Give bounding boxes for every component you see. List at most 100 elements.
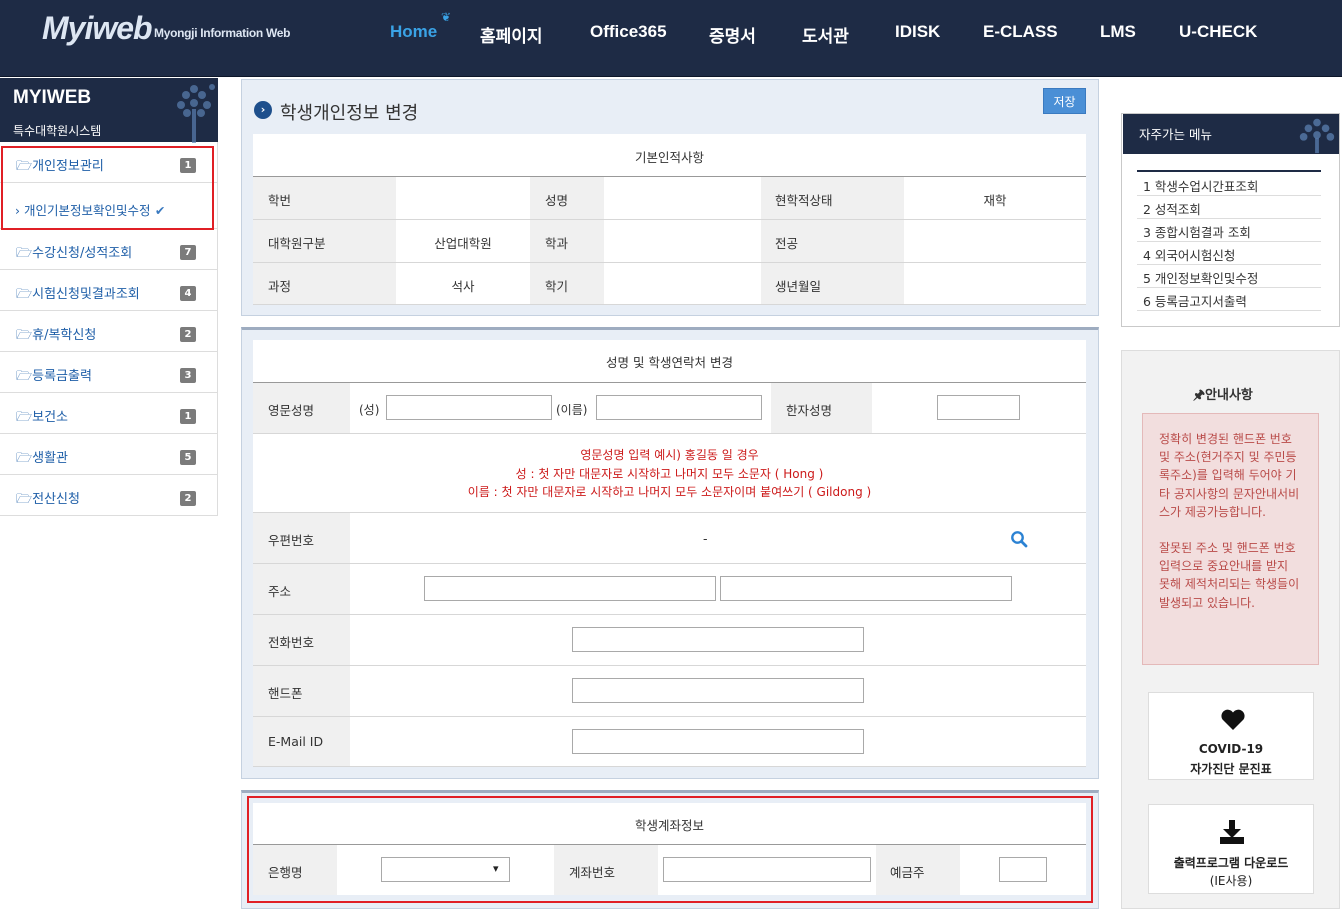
first-name-input[interactable] [596, 395, 762, 420]
birth-label: 생년월일 [775, 279, 822, 294]
heart-icon [1221, 709, 1245, 730]
count-badge: 7 [180, 245, 196, 260]
nav-home[interactable]: Home [390, 22, 437, 42]
basic-info-heading: 기본인적사항 [634, 150, 704, 165]
example-line-2: 성 : 첫 자만 대문자로 시작하고 나머지 모두 소문자 ( Hong ) [515, 467, 824, 481]
favorite-item[interactable]: 2 성적조회 [1137, 196, 1321, 219]
logo-subtitle: Myongji Information Web [154, 26, 291, 40]
count-badge: 1 [180, 409, 196, 424]
sidebar-item-label: 생활관 [32, 451, 69, 466]
favorite-item[interactable]: 1 학생수업시간표조회 [1137, 173, 1321, 196]
example-line-3: 이름 : 첫 자만 대문자로 시작하고 나머지 모두 소문자이며 붙여쓰기 ( … [467, 485, 872, 499]
nav-idisk[interactable]: IDISK [895, 22, 940, 42]
hanja-name-label: 한자성명 [786, 403, 833, 418]
course-value: 석사 [451, 279, 475, 294]
notice-paragraph-1: 정확히 변경된 핸드폰 번호 및 주소(현거주지 및 주민등록주소)를 입력해 … [1159, 432, 1300, 519]
favorites-title: 자주가는 메뉴 [1139, 127, 1212, 142]
contact-heading: 성명 및 학생연락처 변경 [606, 355, 733, 370]
folder-icon: 🗁 [16, 410, 33, 425]
phone-input[interactable] [572, 627, 864, 652]
sidebar-subtitle: 특수대학원시스템 [13, 124, 102, 138]
favorite-item[interactable]: 5 개인정보확인및수정 [1137, 265, 1321, 288]
search-icon[interactable] [1010, 530, 1028, 548]
sidebar-item-label: 보건소 [32, 410, 69, 425]
zip-label: 우편번호 [268, 533, 315, 548]
zip-value: - [703, 531, 708, 546]
grad-type-value: 산업대학원 [434, 236, 492, 251]
leaf-icon: ❦ [441, 10, 452, 24]
sidebar-item-it[interactable]: 🗁전산신청 2 [0, 475, 217, 516]
sidebar-item-label: 전산신청 [32, 492, 80, 507]
highlight-box [1, 146, 214, 230]
student-no-label: 학번 [268, 193, 292, 208]
email-input[interactable] [572, 729, 864, 754]
sidebar-item-label: 수강신청/성적조회 [32, 246, 133, 261]
last-name-input[interactable] [386, 395, 552, 420]
page-title: 학생개인정보 변경 [280, 103, 419, 124]
sidebar-item-label: 등록금출력 [32, 369, 92, 384]
address-input-2[interactable] [720, 576, 1012, 601]
nav-certificate[interactable]: 증명서 [709, 22, 756, 47]
pin-icon: 🖈 [1193, 388, 1206, 403]
hanja-name-input[interactable] [937, 395, 1020, 420]
covid-line-2: 자가진단 문진표 [1190, 762, 1272, 776]
favorite-item[interactable]: 4 외국어시험신청 [1137, 242, 1321, 265]
first-name-label: (이름) [556, 403, 588, 417]
address-label: 주소 [268, 584, 292, 599]
covid-line-1: COVID-19 [1198, 742, 1264, 756]
notice-box: 정확히 변경된 핸드폰 번호 및 주소(현거주지 및 주민등록주소)를 입력해 … [1142, 413, 1319, 665]
nav-office365[interactable]: Office365 [590, 22, 667, 42]
nav-library[interactable]: 도서관 [802, 22, 849, 47]
mobile-label: 핸드폰 [268, 686, 303, 701]
grad-type-label: 대학원구분 [268, 236, 326, 251]
status-label: 현학적상태 [775, 193, 833, 208]
sidebar-item-exam[interactable]: 🗁시험신청및결과조회 4 [0, 270, 217, 311]
print-line-1: 출력프로그램 다운로드 [1173, 856, 1289, 870]
dept-label: 학과 [545, 236, 569, 251]
major-label: 전공 [775, 236, 799, 251]
sidebar-item-label: 휴/복학신청 [32, 328, 97, 343]
highlight-box [247, 796, 1093, 903]
sidebar-item-label: 시험신청및결과조회 [32, 287, 140, 302]
status-value: 재학 [983, 193, 1007, 208]
folder-icon: 🗁 [16, 287, 33, 302]
sidebar-item-dorm[interactable]: 🗁생활관 5 [0, 434, 217, 475]
nav-eclass[interactable]: E-CLASS [983, 22, 1058, 42]
notice-title: 🖈안내사항 [1193, 384, 1253, 408]
count-badge: 2 [180, 327, 196, 342]
count-badge: 4 [180, 286, 196, 301]
favorite-item[interactable]: 3 종합시험결과 조회 [1137, 219, 1321, 242]
notice-title-text: 안내사항 [1205, 388, 1253, 403]
save-button[interactable]: 저장 [1043, 88, 1086, 114]
eng-name-label: 영문성명 [268, 403, 315, 418]
count-badge: 5 [180, 450, 196, 465]
sidebar-item-tuition[interactable]: 🗁등록금출력 3 [0, 352, 217, 393]
favorite-item[interactable]: 6 등록금고지서출력 [1137, 288, 1321, 311]
phone-label: 전화번호 [268, 635, 315, 650]
semester-label: 학기 [545, 279, 569, 294]
tree-icon [177, 84, 215, 143]
count-badge: 3 [180, 368, 196, 383]
notice-paragraph-2: 잘못된 주소 및 핸드폰 번호입력으로 중요안내를 받지 못해 제적처리되는 학… [1159, 541, 1300, 610]
sidebar-item-course[interactable]: 🗁수강신청/성적조회 7 [0, 229, 217, 270]
address-input-1[interactable] [424, 576, 716, 601]
chevron-right-icon: › [254, 101, 272, 119]
email-label: E-Mail ID [268, 734, 324, 749]
example-line-1: 영문성명 입력 예시) 홍길동 일 경우 [580, 448, 759, 462]
download-icon [1220, 820, 1244, 844]
last-name-label: (성) [359, 403, 380, 417]
nav-ucheck[interactable]: U-CHECK [1179, 22, 1257, 42]
logo[interactable]: Myiweb [42, 10, 153, 47]
name-label: 성명 [545, 193, 569, 208]
folder-icon: 🗁 [16, 246, 33, 261]
folder-icon: 🗁 [16, 328, 33, 343]
sidebar-title: MYIWEB [13, 87, 92, 108]
nav-homepage[interactable]: 홈페이지 [480, 22, 543, 47]
folder-icon: 🗁 [16, 451, 33, 466]
tree-icon [1299, 118, 1335, 154]
folder-icon: 🗁 [16, 492, 33, 507]
nav-lms[interactable]: LMS [1100, 22, 1136, 42]
sidebar-item-leave[interactable]: 🗁휴/복학신청 2 [0, 311, 217, 352]
mobile-input[interactable] [572, 678, 864, 703]
sidebar-item-health[interactable]: 🗁보건소 1 [0, 393, 217, 434]
